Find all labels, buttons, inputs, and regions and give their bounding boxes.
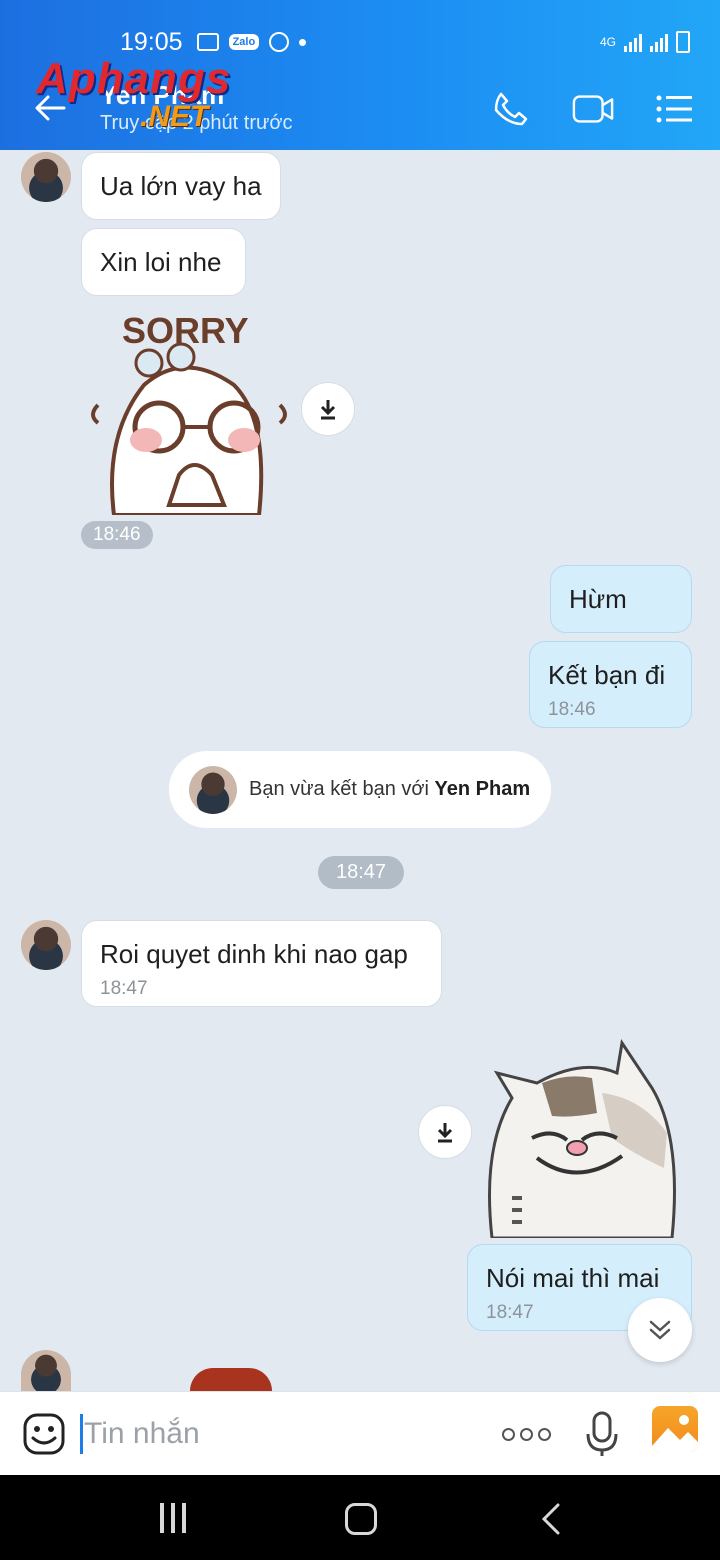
system-navigation-bar — [0, 1475, 720, 1560]
download-icon — [437, 1123, 453, 1143]
recent-apps-button[interactable] — [160, 1503, 186, 1533]
date-separator-pill: 18:47 — [318, 856, 405, 889]
status-time: 19:05 — [120, 27, 183, 56]
notice-text: Bạn vừa kết bạn với Yen Pham — [249, 778, 530, 801]
incoming-sticker-partial[interactable] — [190, 1368, 272, 1391]
message-time: 18:46 — [548, 699, 596, 720]
scroll-to-bottom-button[interactable] — [628, 1298, 692, 1362]
signal-icon — [624, 32, 642, 52]
chat-notification-icon — [269, 32, 290, 52]
message-bubble-received[interactable]: Xin loi nhe — [81, 228, 246, 296]
microphone-icon[interactable] — [584, 1410, 620, 1458]
gallery-notification-icon — [196, 33, 219, 51]
menu-button[interactable] — [654, 88, 696, 130]
image-gallery-icon[interactable] — [652, 1406, 698, 1452]
emoji-sticker-icon[interactable] — [22, 1412, 66, 1456]
download-icon — [320, 400, 336, 420]
download-sticker-button[interactable] — [301, 382, 355, 436]
text-cursor — [80, 1414, 83, 1454]
message-text: Roi quyet dinh khi nao gap — [100, 939, 408, 969]
dot-icon — [502, 1427, 515, 1441]
video-camera-icon — [572, 95, 614, 123]
message-bubble-received[interactable]: Roi quyet dinh khi nao gap 18:47 — [81, 920, 442, 1007]
double-chevron-down-icon — [649, 1320, 671, 1340]
watermark-logo: Aphangs — [36, 54, 232, 103]
contact-avatar[interactable] — [21, 152, 71, 202]
message-bubble-sent[interactable]: Hừm — [550, 565, 692, 633]
signal-icon-2 — [650, 32, 668, 52]
message-text: Kết bạn đi — [548, 660, 666, 690]
more-options-button[interactable] — [502, 1422, 554, 1446]
contact-avatar[interactable] — [21, 1350, 71, 1391]
friend-added-notice: Bạn vừa kết bạn với Yen Pham — [169, 751, 551, 828]
message-text: Nói mai thì mai — [486, 1263, 660, 1293]
more-notifications-icon — [299, 38, 307, 46]
call-button[interactable] — [490, 88, 532, 130]
message-bubble-sent[interactable]: Kết bạn đi 18:46 — [529, 641, 692, 728]
phone-icon — [494, 92, 528, 126]
list-menu-icon — [656, 95, 692, 123]
photo-icon — [652, 1415, 698, 1452]
video-call-button[interactable] — [572, 88, 614, 130]
zalo-notification-icon: Zalo — [228, 34, 260, 50]
notice-prefix: Bạn vừa kết bạn với — [249, 778, 429, 800]
message-text: Hừm — [569, 584, 627, 614]
sorry-bear-sticker[interactable]: SORRY — [84, 305, 294, 515]
nav-back-icon[interactable] — [538, 1501, 566, 1537]
message-time: 18:47 — [100, 978, 148, 999]
message-time-pill: 18:46 — [81, 521, 153, 549]
top-bar: 19:05 Zalo 4G Yen Pham Truy cập 2 phút t… — [0, 0, 720, 150]
dot-icon — [520, 1427, 533, 1441]
message-text: Ua lớn vay ha — [100, 171, 262, 201]
message-bubble-received[interactable]: Ua lớn vay ha — [81, 152, 281, 220]
message-input[interactable] — [84, 1414, 484, 1454]
smiling-cat-sticker[interactable] — [482, 1038, 682, 1238]
message-text: Xin loi nhe — [100, 247, 222, 277]
battery-icon — [676, 31, 690, 53]
watermark-logo-suffix: .NET — [140, 100, 209, 133]
network-type: 4G — [599, 35, 616, 49]
notice-avatar — [189, 765, 237, 814]
home-button[interactable] — [345, 1503, 377, 1535]
download-sticker-button[interactable] — [418, 1105, 472, 1159]
contact-avatar[interactable] — [21, 920, 71, 970]
dot-icon — [538, 1427, 551, 1441]
message-input-bar — [0, 1391, 720, 1475]
notice-contact-name: Yen Pham — [434, 778, 531, 800]
